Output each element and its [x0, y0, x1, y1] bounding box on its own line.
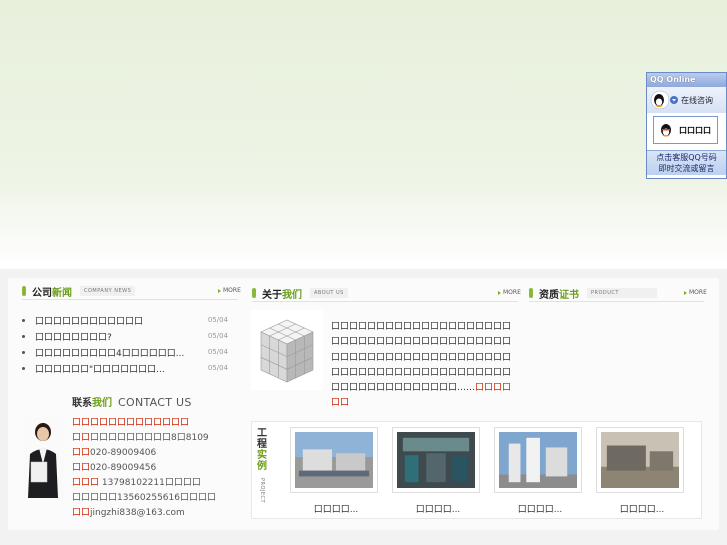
about-title-b: 我们 [282, 289, 302, 301]
list-item[interactable]: 口口口口口口"口口口口口口口... 05/04 [22, 360, 228, 376]
person-icon [22, 418, 64, 498]
qq-online-widget: QQ Online 在线咨询 口口口口 点击客服QQ号码 即时交流或留言 [646, 72, 727, 179]
email-value[interactable]: jingzhi838@163.com [90, 508, 185, 518]
footer-bar [0, 535, 727, 545]
factory-photo [499, 432, 577, 488]
projects-char: 例 [257, 461, 267, 472]
news-title-a: 公司 [32, 287, 52, 299]
news-item-date: 05/04 [207, 316, 228, 324]
list-item[interactable]: 口口口口口口口口? 05/04 [22, 328, 228, 344]
qq-header: QQ Online [647, 73, 726, 87]
project-caption[interactable]: 口口口口... [496, 502, 584, 515]
news-divider [22, 299, 238, 300]
factory-photo [601, 432, 679, 488]
qq-service-button[interactable]: 口口口口 [653, 116, 718, 144]
cert-section-title: 资质 证书 PRODUCT [529, 286, 657, 301]
arrow-right-icon [684, 290, 687, 295]
contact-label: 口口 [72, 463, 91, 473]
mobile-value-2: 口口口口口13560255616口口口口 [72, 493, 216, 503]
project-thumb-4[interactable] [596, 427, 684, 493]
news-item-title[interactable]: 口口口口口口口口口口口口 [35, 314, 143, 327]
leaf-icon [22, 286, 26, 296]
address-value: 口口口口口口口口口8口8109 [90, 433, 209, 443]
cert-title-a: 资质 [539, 289, 559, 301]
projects-label: 工 程 实 例 PROJECT [253, 428, 271, 503]
arrow-right-icon [218, 288, 221, 293]
arrow-right-icon [498, 290, 501, 295]
chevron-down-icon [670, 96, 678, 104]
projects-char: 程 [257, 439, 267, 450]
leaf-icon [529, 288, 533, 298]
about-title-a: 关于 [262, 289, 282, 301]
about-section-title: 关于 我们 ABOUT US [252, 286, 348, 301]
projects-char: 实 [257, 450, 267, 461]
project-thumb-1[interactable] [290, 427, 378, 493]
phone-value: 020-89009406 [90, 448, 157, 458]
cert-more-label: MORE [689, 289, 707, 296]
qq-service-label: 口口口口 [679, 125, 711, 135]
cube-icon [251, 310, 323, 390]
news-section-title: 公司 新闻 COMPANY NEWS [22, 284, 136, 299]
factory-photo [397, 432, 475, 488]
qq-consult-button[interactable]: 在线咨询 [647, 87, 726, 113]
bullet-icon [22, 318, 25, 322]
leaf-icon [252, 288, 256, 298]
qq-penguin-icon [661, 124, 671, 137]
company-name: 口口口口口口口口口口口口口 [72, 418, 190, 428]
project-caption[interactable]: 口口口口... [292, 502, 380, 515]
bullet-icon [22, 366, 25, 370]
qq-footer: 点击客服QQ号码 即时交流或留言 [647, 150, 726, 175]
about-more-label: MORE [503, 289, 521, 296]
contact-title-a: 联系 [72, 398, 92, 409]
qq-consult-label: 在线咨询 [681, 95, 713, 105]
project-thumb-2[interactable] [392, 427, 480, 493]
about-divider [252, 301, 518, 302]
projects-subtitle: PROJECT [259, 478, 265, 504]
contact-label: 口口 [72, 448, 91, 458]
project-caption[interactable]: 口口口口... [598, 502, 686, 515]
news-item-date: 05/04 [207, 364, 228, 372]
qq-penguin-icon [650, 90, 670, 110]
list-item[interactable]: 口口口口口口口口口口口口 05/04 [22, 312, 228, 328]
cert-subtitle: PRODUCT [587, 288, 657, 298]
contact-label: 口口口 [72, 478, 100, 488]
projects-char: 工 [257, 428, 267, 439]
factory-photo [295, 432, 373, 488]
news-item-title[interactable]: 口口口口口口口口? [35, 330, 112, 343]
news-more-label: MORE [223, 287, 241, 294]
about-cube-image [251, 310, 323, 390]
news-item-title[interactable]: 口口口口口口口口口4口口口口口口... [35, 346, 184, 359]
project-caption[interactable]: 口口口口... [394, 502, 482, 515]
contact-label: 口口 [72, 508, 91, 518]
qq-footer-line1: 点击客服QQ号码 [656, 153, 717, 162]
bullet-icon [22, 350, 25, 354]
about-more-link[interactable]: MORE [498, 289, 521, 296]
contact-title-en: CONTACT US [118, 396, 192, 409]
news-subtitle: COMPANY NEWS [80, 286, 136, 296]
cert-title-b: 证书 [559, 289, 579, 301]
cert-divider [529, 301, 704, 302]
news-item-date: 05/04 [207, 332, 228, 340]
contact-title: 联系 我们 CONTACT US [72, 394, 192, 409]
qq-footer-line2: 即时交流或留言 [658, 164, 715, 173]
cert-more-link[interactable]: MORE [684, 289, 707, 296]
mobile-value: 13798102211口口口口 [99, 478, 201, 488]
project-thumb-3[interactable] [494, 427, 582, 493]
news-title-b: 新闻 [52, 287, 72, 299]
news-item-date: 05/04 [207, 348, 228, 356]
about-subtitle: ABOUT US [310, 288, 348, 298]
news-list: 口口口口口口口口口口口口 05/04 口口口口口口口口? 05/04 口口口口口… [22, 312, 228, 376]
contact-info: 口口口口口口口口口口口口口 口口口口口口口口口口口8口8109 口口020-89… [72, 416, 216, 521]
contact-title-b: 我们 [92, 398, 112, 409]
news-more-link[interactable]: MORE [218, 287, 241, 294]
bullet-icon [22, 334, 25, 338]
contact-label: 口口 [72, 433, 91, 443]
fax-value: 020-89009456 [90, 463, 157, 473]
contact-person-photo [22, 418, 64, 498]
list-item[interactable]: 口口口口口口口口口4口口口口口口... 05/04 [22, 344, 228, 360]
news-item-title[interactable]: 口口口口口口"口口口口口口口... [35, 362, 165, 375]
about-text: 口口口口口口口口口口口口口口口口口口口口口口口口口口口口口口口口口口口口口口口口… [331, 320, 517, 412]
